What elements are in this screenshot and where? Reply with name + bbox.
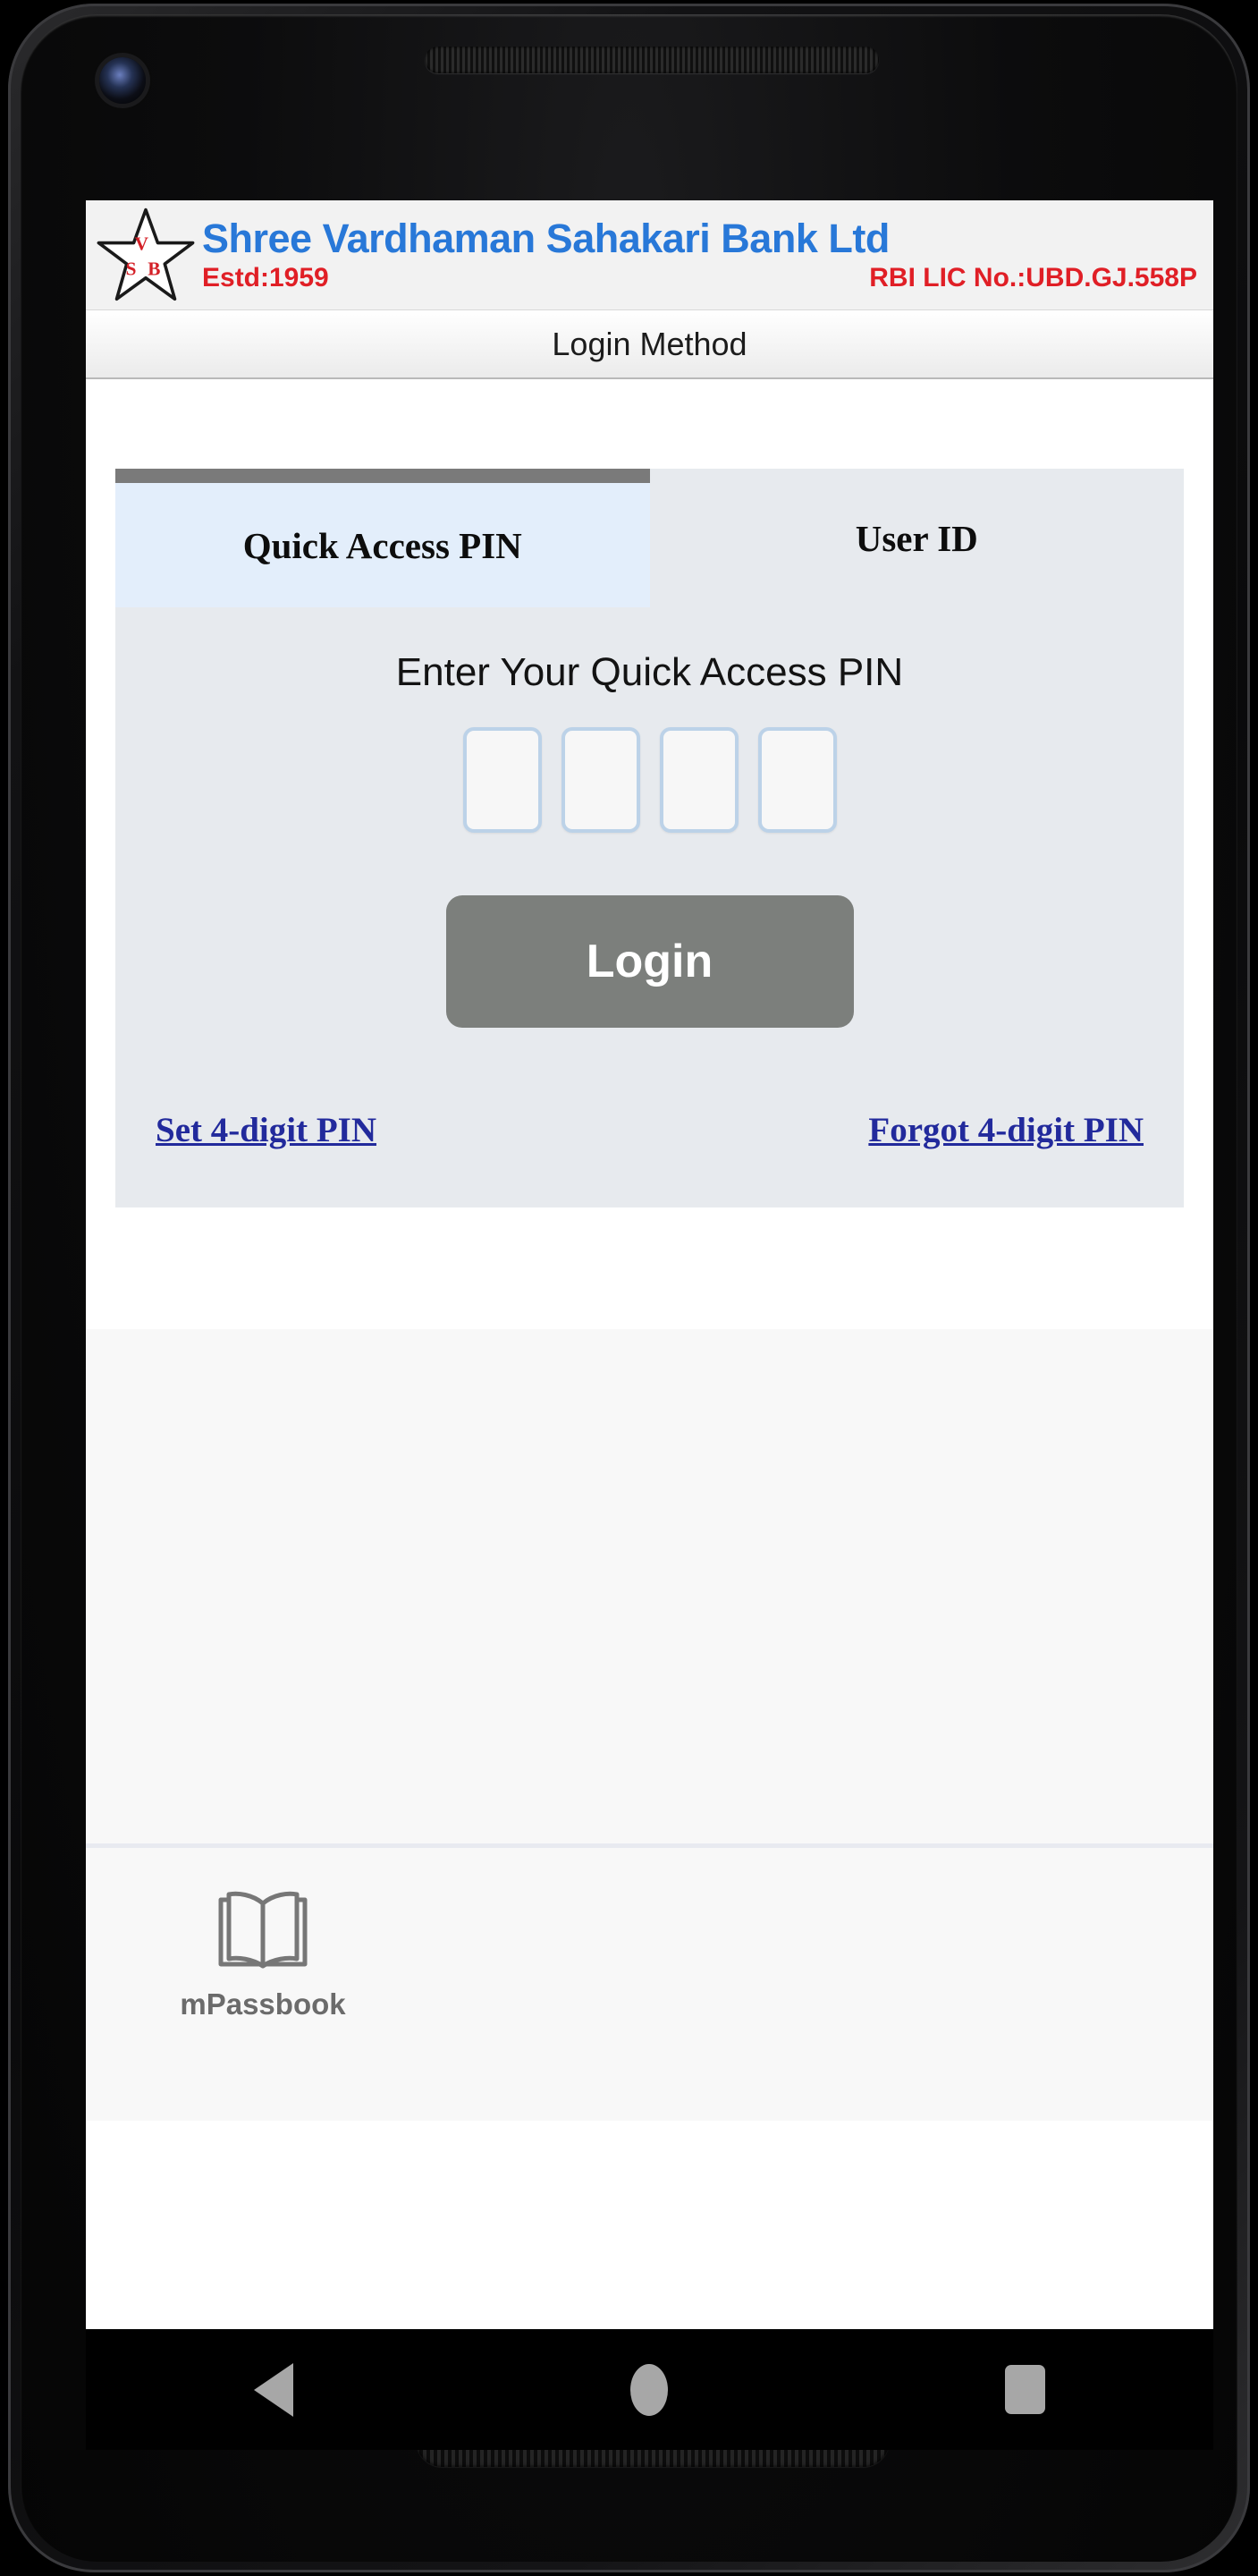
- set-pin-link[interactable]: Set 4-digit PIN: [156, 1110, 376, 1150]
- pin-links-row: Set 4-digit PIN Forgot 4-digit PIN: [115, 1028, 1184, 1208]
- tab-quick-access-pin[interactable]: Quick Access PIN: [115, 469, 650, 607]
- tab-user-id[interactable]: User ID: [649, 469, 1184, 607]
- front-camera-icon: [99, 57, 146, 104]
- established-year: Estd:1959: [202, 263, 329, 293]
- bank-name: Shree Vardhaman Sahakari Bank Ltd: [202, 215, 890, 261]
- card-bottom-spacer: [86, 1208, 1213, 1329]
- login-button[interactable]: Login: [445, 895, 854, 1028]
- phone-body: V S B Shree Vardhaman Sahakari Bank Ltd …: [21, 14, 1237, 2562]
- earpiece-grille-icon: [425, 47, 879, 73]
- pin-input-group: [115, 727, 1184, 833]
- bank-header-subrow: Estd:1959 RBI LIC No.:UBD.GJ.558P: [202, 263, 1203, 293]
- svg-text:B: B: [148, 258, 160, 279]
- phone-screen: V S B Shree Vardhaman Sahakari Bank Ltd …: [86, 200, 1213, 2329]
- pin-digit-3[interactable]: [659, 727, 739, 833]
- svg-text:S: S: [126, 258, 137, 279]
- bank-header: V S B Shree Vardhaman Sahakari Bank Ltd …: [86, 200, 1213, 309]
- bottom-nav-item-mpassbook[interactable]: mPassbook: [165, 1884, 361, 2021]
- svg-text:V: V: [135, 233, 149, 254]
- android-home-icon[interactable]: [629, 2363, 668, 2416]
- content-top-spacer: [86, 379, 1213, 469]
- phone-frame: V S B Shree Vardhaman Sahakari Bank Ltd …: [8, 4, 1250, 2572]
- pin-heading: Enter Your Quick Access PIN: [395, 650, 904, 694]
- pin-digit-4[interactable]: [757, 727, 837, 833]
- bottom-nav-bar: mPassbook: [86, 1848, 1213, 2121]
- android-navigation-bar: [86, 2329, 1213, 2450]
- empty-region: [86, 1329, 1213, 1843]
- vsb-star-logo-icon: V S B: [93, 205, 198, 305]
- title-bar: Login Method: [86, 309, 1213, 379]
- android-back-icon[interactable]: [254, 2362, 294, 2417]
- pin-digit-1[interactable]: [462, 727, 542, 833]
- android-recents-icon[interactable]: [1004, 2365, 1045, 2414]
- page-content: Quick Access PIN User ID Enter Your Quic…: [86, 379, 1213, 2121]
- bank-header-text: Shree Vardhaman Sahakari Bank Ltd Estd:1…: [198, 216, 1203, 293]
- tab-quick-access-pin-label: Quick Access PIN: [242, 524, 522, 566]
- page-title: Login Method: [552, 325, 747, 362]
- open-book-icon: [215, 1884, 311, 1973]
- forgot-pin-link[interactable]: Forgot 4-digit PIN: [868, 1110, 1144, 1150]
- pin-digit-2[interactable]: [561, 727, 640, 833]
- login-method-tabs: Quick Access PIN User ID: [115, 469, 1184, 607]
- login-card: Quick Access PIN User ID Enter Your Quic…: [115, 469, 1184, 1208]
- tab-user-id-label: User ID: [855, 517, 978, 559]
- rbi-license-number: RBI LIC No.:UBD.GJ.558P: [869, 263, 1197, 293]
- bottom-nav-item-mpassbook-label: mPassbook: [180, 1987, 346, 2021]
